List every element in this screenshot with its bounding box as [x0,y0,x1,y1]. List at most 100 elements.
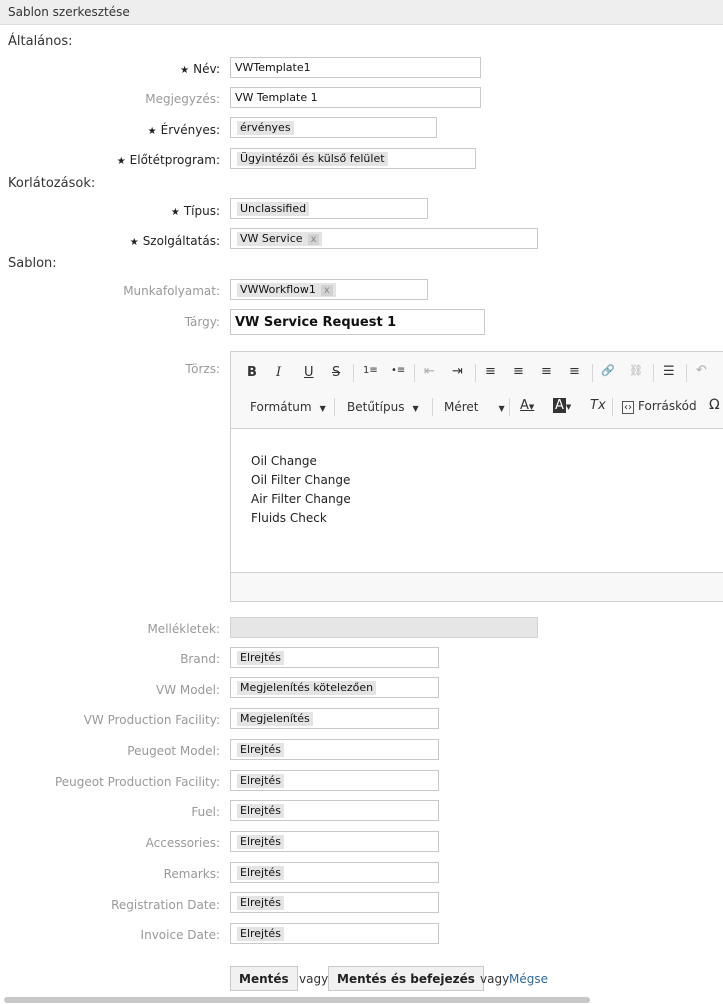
comment-label: Megjegyzés: [145,92,220,106]
toolbar-divider [414,364,415,382]
valid-select[interactable]: érvényes [230,117,437,138]
df-label-peugeot-model: Peugeot Model: [127,744,220,758]
name-input[interactable]: VWTemplate1 [230,57,481,78]
subject-input[interactable]: VW Service Request 1 [230,309,485,335]
frontend-select[interactable]: Ügyintézői és külső felület [230,148,476,169]
df-label-fuel: Fuel: [191,805,220,819]
chevron-down-icon: ▼ [498,404,505,413]
editor-toolbar: B I U S 1≡ •≡ ⇤ ⇥ ≡ ≡ ≡ ≡ 🔗 ⛓ ☰ ↶ Formát… [231,352,723,429]
df-label-brand: Brand: [180,652,220,666]
outdent-icon[interactable]: ⇤ [424,364,435,379]
cancel-link[interactable]: Mégse [509,972,548,986]
df-label-peugeot-production-facility: Peugeot Production Facility: [54,775,220,789]
strikethrough-button[interactable]: S [332,365,340,380]
toolbar-divider [432,398,433,416]
section-general: Általános: [8,34,73,49]
toolbar-divider [475,364,476,382]
workflow-chip: VWWorkflow1 x [237,283,336,297]
undo-icon[interactable]: ↶ [696,363,707,378]
italic-button[interactable]: I [276,365,281,380]
editor-statusbar [231,572,723,601]
df-label-invoice-date: Invoice Date: [140,928,220,942]
body-editor[interactable]: B I U S 1≡ •≡ ⇤ ⇥ ≡ ≡ ≡ ≡ 🔗 ⛓ ☰ ↶ Formát… [230,351,723,602]
remove-service-icon[interactable]: x [307,234,320,245]
bold-button[interactable]: B [247,365,257,380]
required-star-icon: ★ [116,156,126,167]
df-select-remarks[interactable]: Elrejtés [230,862,439,883]
remove-workflow-icon[interactable]: x [320,285,333,296]
save-button[interactable]: Mentés [230,966,298,991]
name-label: ★ Név: [180,62,220,76]
df-select-fuel[interactable]: Elrejtés [230,800,439,821]
numbered-list-icon[interactable]: 1≡ [363,365,378,376]
underline-button[interactable]: U [304,365,314,380]
toolbar-divider [353,364,354,382]
source-button[interactable]: ‹› Forráskód [622,399,697,414]
bulleted-list-icon[interactable]: •≡ [391,365,405,376]
toolbar-divider [686,364,687,382]
page-header: Sablon szerkesztése [0,0,723,25]
body-label: Törzs: [185,362,220,376]
horizontal-scrollbar[interactable] [4,997,590,1003]
save-and-finish-button[interactable]: Mentés és befejezés [328,966,484,991]
editor-line: Fluids Check [251,511,327,525]
type-label: ★ Típus: [170,204,220,218]
link-icon[interactable]: 🔗 [601,364,615,377]
editor-line: Oil Change [251,454,317,468]
chevron-down-icon: ▼ [412,404,419,413]
toolbar-divider [612,398,613,416]
df-select-vw-production-facility[interactable]: Megjelenítés [230,708,439,729]
required-star-icon: ★ [147,126,157,137]
source-code-icon: ‹› [622,401,634,414]
toolbar-divider [592,364,593,382]
workflow-select[interactable]: VWWorkflow1 x [230,279,428,300]
df-select-vw-model[interactable]: Megjelenítés kötelezően [230,677,439,698]
background-color-icon[interactable]: A ▼ [553,398,571,413]
align-left-icon[interactable]: ≡ [485,364,496,379]
required-star-icon: ★ [170,207,180,218]
page-title: Sablon szerkesztése [8,5,130,19]
df-select-brand[interactable]: Elrejtés [230,647,439,668]
horizontal-rule-icon[interactable]: ☰ [663,364,675,379]
unlink-icon[interactable]: ⛓ [629,364,643,377]
justify-icon[interactable]: ≡ [569,364,580,379]
df-label-remarks: Remarks: [163,867,220,881]
or-text: vagy [299,972,329,986]
service-chip: VW Service x [237,232,323,246]
editor-content[interactable]: Oil Change Oil Filter Change Air Filter … [251,452,351,528]
align-right-icon[interactable]: ≡ [541,364,552,379]
editor-line: Oil Filter Change [251,473,351,487]
df-select-accessories[interactable]: Elrejtés [230,831,439,852]
df-label-vw-production-facility: VW Production Facility: [83,713,220,727]
df-label-vw-model: VW Model: [156,683,220,697]
clear-formatting-icon[interactable]: Tx [590,398,606,413]
df-label-accessories: Accessories: [145,836,220,850]
attachments-label: Mellékletek: [147,622,220,636]
df-label-registration-date: Registration Date: [111,898,220,912]
format-dropdown[interactable]: Formátum ▼ [250,400,326,414]
or-text: vagy [480,972,510,986]
type-select[interactable]: Unclassified [230,198,428,219]
service-select[interactable]: VW Service x [230,228,538,249]
toolbar-divider [653,364,654,382]
df-select-peugeot-production-facility[interactable]: Elrejtés [230,770,439,791]
special-character-icon[interactable]: Ω [709,397,720,413]
toolbar-divider [334,398,335,416]
editor-line: Air Filter Change [251,492,351,506]
size-dropdown[interactable]: Méret ▼ [444,400,505,414]
df-select-invoice-date[interactable]: Elrejtés [230,923,439,944]
text-color-icon[interactable]: A▼ [520,398,534,413]
valid-label: ★ Érvényes: [147,123,220,137]
toolbar-divider [509,398,510,416]
chevron-down-icon: ▼ [319,404,326,413]
indent-icon[interactable]: ⇥ [452,364,463,379]
font-dropdown[interactable]: Betűtípus ▼ [347,400,419,414]
df-select-registration-date[interactable]: Elrejtés [230,892,439,913]
section-restrictions: Korlátozások: [8,176,96,191]
subject-label: Tárgy: [184,315,220,329]
align-center-icon[interactable]: ≡ [513,364,524,379]
df-select-peugeot-model[interactable]: Elrejtés [230,739,439,760]
attachments-dropzone[interactable] [230,617,538,638]
comment-input[interactable]: VW Template 1 [230,87,481,108]
section-template: Sablon: [8,256,57,271]
